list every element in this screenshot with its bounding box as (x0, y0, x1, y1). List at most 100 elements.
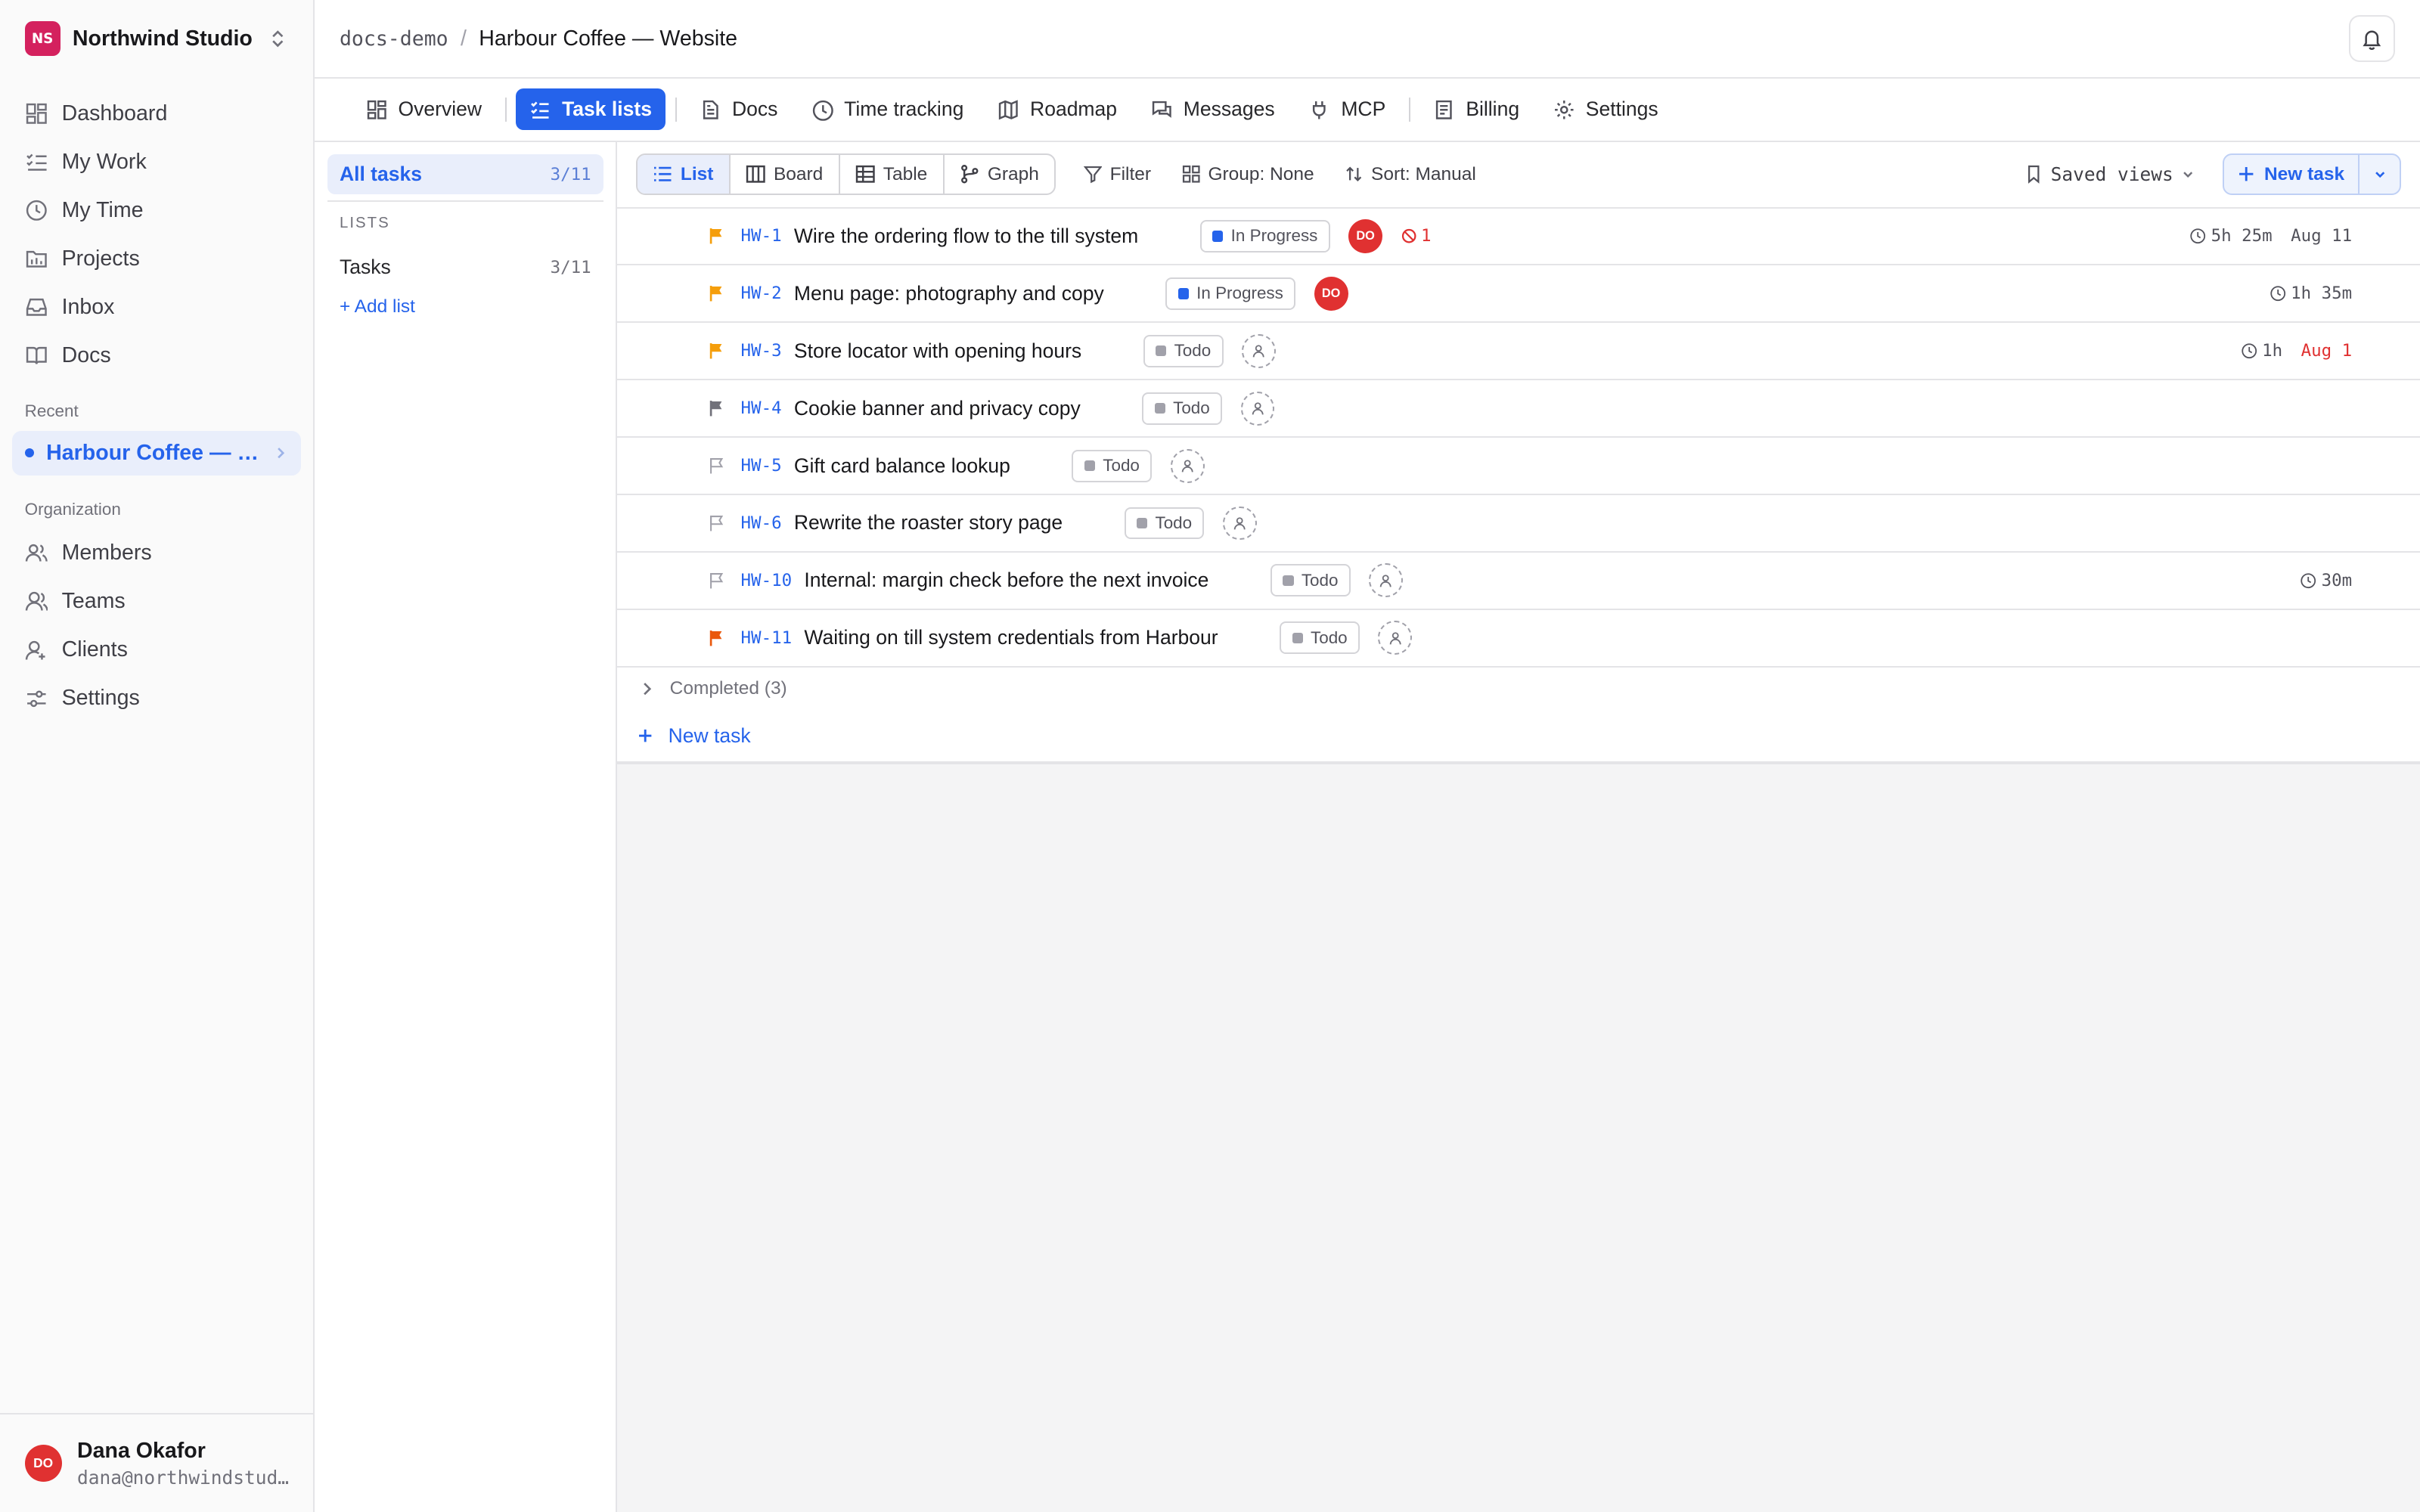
tab-time-tracking[interactable]: Time tracking (798, 88, 978, 130)
flag-icon[interactable] (707, 457, 725, 475)
new-task-button[interactable]: New task (2224, 155, 2360, 194)
task-id[interactable]: HW-3 (741, 341, 782, 361)
completed-toggle[interactable]: Completed (3) (617, 667, 2420, 711)
task-id[interactable]: HW-2 (741, 284, 782, 303)
status-badge[interactable]: Todo (1124, 507, 1205, 540)
recent-project-item[interactable]: Harbour Coffee — Website (12, 430, 301, 476)
new-task-menu-button[interactable] (2360, 155, 2400, 194)
status-dot (1084, 460, 1096, 472)
tab-task-lists[interactable]: Task lists (515, 88, 666, 131)
unassigned-user-icon[interactable] (1242, 333, 1276, 368)
filter-button[interactable]: Filter (1072, 153, 1164, 195)
unassigned-user-icon[interactable] (1222, 506, 1257, 541)
view-board-button[interactable]: Board (731, 155, 840, 194)
sidebar-item-dashboard[interactable]: Dashboard (12, 89, 301, 138)
clock-icon (25, 199, 48, 222)
sidebar-item-settings[interactable]: Settings (12, 674, 301, 723)
tab-settings[interactable]: Settings (1540, 88, 1672, 130)
task-row[interactable]: HW-1 Wire the ordering flow to the till s… (617, 209, 2420, 266)
sidebar-item-my-time[interactable]: My Time (12, 187, 301, 235)
workspace-switcher[interactable]: NS Northwind Studio (0, 0, 313, 77)
blocked-indicator[interactable]: 1 (1401, 226, 1432, 246)
task-title[interactable]: Store locator with opening hours (794, 339, 1081, 363)
flag-icon[interactable] (707, 572, 725, 590)
list-item-tasks[interactable]: Tasks 3/11 (327, 247, 603, 287)
sidebar-item-members[interactable]: Members (12, 529, 301, 578)
unassigned-user-icon[interactable] (1378, 621, 1413, 655)
status-badge[interactable]: In Progress (1199, 220, 1330, 253)
flag-icon[interactable] (707, 342, 725, 360)
task-title[interactable]: Internal: margin check before the next i… (804, 569, 1208, 592)
task-title[interactable]: Rewrite the roaster story page (794, 511, 1063, 534)
assignee-avatar[interactable]: DO (1348, 219, 1383, 253)
sidebar-item-projects[interactable]: Projects (12, 235, 301, 284)
tab-label: Billing (1466, 98, 1520, 121)
task-title[interactable]: Gift card balance lookup (794, 454, 1010, 478)
status-badge[interactable]: Todo (1280, 621, 1360, 655)
status-badge[interactable]: Todo (1270, 564, 1351, 597)
flag-icon[interactable] (707, 514, 725, 532)
group-button[interactable]: Group: None (1169, 153, 1326, 195)
view-table-button[interactable]: Table (840, 155, 945, 194)
assignee-avatar[interactable]: DO (1314, 276, 1348, 311)
task-row[interactable]: HW-5 Gift card balance lookup Todo (617, 438, 2420, 496)
task-title[interactable]: Cookie banner and privacy copy (794, 397, 1081, 420)
task-row[interactable]: HW-3 Store locator with opening hours Todo… (617, 323, 2420, 381)
tab-label: Overview (398, 98, 482, 121)
notifications-button[interactable] (2349, 15, 2396, 62)
tab-mcp[interactable]: MCP (1295, 88, 1400, 130)
flag-icon[interactable] (707, 227, 725, 245)
breadcrumb-project[interactable]: Harbour Coffee — Website (479, 26, 737, 51)
due-date[interactable]: Aug 11 (2291, 226, 2352, 246)
flag-icon[interactable] (707, 284, 725, 302)
due-date[interactable]: Aug 1 (2301, 341, 2353, 361)
sort-button[interactable]: Sort: Manual (1333, 153, 1488, 195)
add-list-button[interactable]: + Add list (327, 296, 603, 318)
status-badge[interactable]: In Progress (1165, 277, 1296, 310)
flag-icon[interactable] (707, 629, 725, 647)
unassigned-user-icon[interactable] (1240, 391, 1275, 426)
tab-overview[interactable]: Overview (352, 88, 495, 130)
all-tasks-item[interactable]: All tasks 3/11 (327, 154, 603, 195)
tab-messages[interactable]: Messages (1137, 88, 1289, 130)
status-badge[interactable]: Todo (1142, 392, 1223, 425)
task-id[interactable]: HW-4 (741, 398, 782, 418)
flag-icon[interactable] (707, 399, 725, 417)
task-row[interactable]: HW-2 Menu page: photography and copy In Pr… (617, 265, 2420, 324)
unassigned-user-icon[interactable] (1369, 563, 1404, 598)
task-id[interactable]: HW-5 (741, 456, 782, 476)
view-list-button[interactable]: List (637, 155, 731, 194)
view-graph-button[interactable]: Graph (945, 155, 1055, 194)
status-badge[interactable]: Todo (1072, 449, 1153, 482)
tab-docs[interactable]: Docs (686, 88, 792, 130)
saved-views-button[interactable]: Saved views (2012, 153, 2207, 195)
task-id[interactable]: HW-11 (741, 628, 793, 648)
task-title[interactable]: Menu page: photography and copy (794, 282, 1104, 305)
sidebar-item-my-work[interactable]: My Work (12, 138, 301, 186)
sidebar-item-label: Inbox (61, 295, 115, 320)
task-row[interactable]: HW-11 Waiting on till system credentials … (617, 610, 2420, 668)
task-title[interactable]: Waiting on till system credentials from … (804, 626, 1218, 649)
tab-roadmap[interactable]: Roadmap (984, 88, 1131, 130)
sidebar-item-label: Members (61, 541, 152, 565)
task-meta: 1h Aug 1 (2241, 341, 2353, 361)
task-row[interactable]: HW-6 Rewrite the roaster story page Todo (617, 495, 2420, 553)
sidebar-item-teams[interactable]: Teams (12, 578, 301, 626)
task-id[interactable]: HW-10 (741, 571, 793, 590)
user-profile[interactable]: DO Dana Okafor dana@northwindstudio.com (0, 1413, 314, 1512)
task-id[interactable]: HW-1 (741, 226, 782, 246)
task-title[interactable]: Wire the ordering flow to the till syste… (794, 225, 1138, 248)
new-task-inline-button[interactable]: New task (617, 710, 2420, 764)
status-badge[interactable]: Todo (1143, 334, 1224, 367)
sidebar-item-inbox[interactable]: Inbox (12, 284, 301, 332)
sidebar-item-docs[interactable]: Docs (12, 332, 301, 380)
status-label: In Progress (1196, 284, 1283, 303)
task-row[interactable]: HW-10 Internal: margin check before the n… (617, 553, 2420, 610)
sidebar-item-clients[interactable]: Clients (12, 626, 301, 674)
tab-billing[interactable]: Billing (1419, 88, 1533, 130)
task-meta: 5h 25m Aug 11 (2189, 226, 2352, 246)
unassigned-user-icon[interactable] (1170, 448, 1205, 483)
breadcrumb-workspace[interactable]: docs-demo (340, 27, 448, 51)
task-row[interactable]: HW-4 Cookie banner and privacy copy Todo (617, 380, 2420, 438)
task-id[interactable]: HW-6 (741, 513, 782, 533)
